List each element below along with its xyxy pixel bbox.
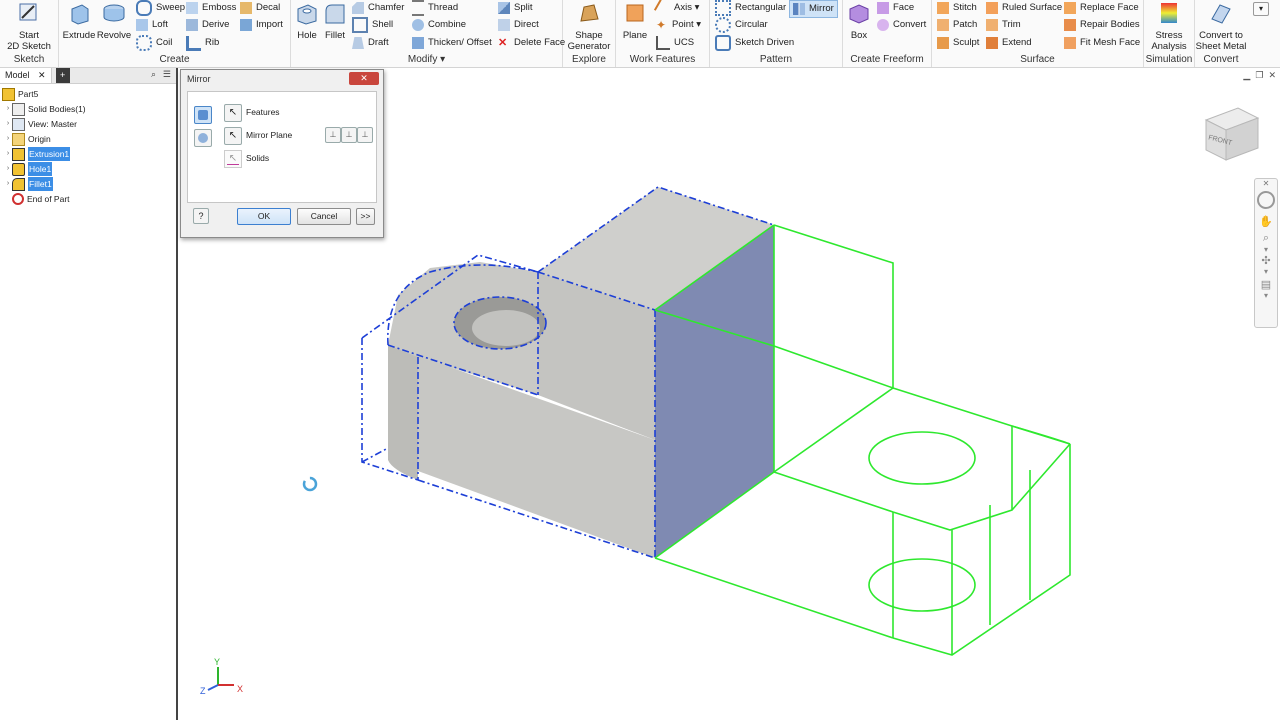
steering-wheel-icon[interactable] xyxy=(1257,191,1275,209)
cursor-arrow-icon: ↖ xyxy=(228,130,238,141)
plane-xz-icon: ⊥ xyxy=(361,130,369,139)
features-select-button[interactable]: ↖ xyxy=(224,104,242,122)
plane-xy-icon: ⊥ xyxy=(329,130,337,139)
dropdown-icon[interactable]: ▾ xyxy=(1255,291,1277,300)
dialog-body: ↖ Features ↖ Mirror Plane ⊥ ⊥ ⊥ ↖ Solids xyxy=(187,91,377,203)
mirror-body-icon xyxy=(198,133,208,143)
axis-triad: X Y Z xyxy=(200,657,243,696)
solids-select-button[interactable]: ↖ xyxy=(224,150,242,168)
plane-yz-icon: ⊥ xyxy=(345,130,353,139)
dropdown-icon[interactable]: ▾ xyxy=(1255,245,1277,254)
dialog-close-button[interactable]: ✕ xyxy=(349,72,379,85)
mirror-plane-label: Mirror Plane xyxy=(246,130,293,140)
solids-label: Solids xyxy=(246,153,270,163)
triad-y-label: Y xyxy=(214,657,220,667)
mirror-features-icon xyxy=(198,110,208,120)
cursor-arrow-icon: ↖ xyxy=(228,107,238,118)
close-icon: ✕ xyxy=(360,73,368,83)
zoom-icon[interactable]: ⌕ xyxy=(1255,232,1277,245)
plane-xy-button[interactable]: ⊥ xyxy=(325,127,341,143)
ok-button[interactable]: OK xyxy=(237,208,291,225)
help-button[interactable]: ? xyxy=(193,208,209,224)
view-cube[interactable]: FRONT xyxy=(1204,107,1260,161)
mirror-dialog: Mirror ✕ ↖ Features ↖ Mirror Plane ⊥ ⊥ ⊥… xyxy=(180,69,384,238)
solid-body xyxy=(388,187,774,558)
mirror-features-mode-button[interactable] xyxy=(194,106,212,124)
plane-yz-button[interactable]: ⊥ xyxy=(341,127,357,143)
help-icon: ? xyxy=(198,211,204,221)
orbit-icon[interactable]: ✣ xyxy=(1255,254,1277,267)
rounded-end xyxy=(388,345,418,480)
dialog-title-bar[interactable]: Mirror ✕ xyxy=(181,70,383,88)
look-at-icon[interactable]: ▤ xyxy=(1255,278,1277,291)
busy-cursor-icon xyxy=(302,476,318,492)
mirror-plane-select-button[interactable]: ↖ xyxy=(224,127,242,145)
mirror-body-mode-button[interactable] xyxy=(194,129,212,147)
more-options-button[interactable]: >> xyxy=(356,208,375,225)
navigation-bar: ✕ ✋ ⌕ ▾ ✣ ▾ ▤ ▾ xyxy=(1254,178,1278,328)
triad-z-label: Z xyxy=(200,686,206,696)
dropdown-icon[interactable]: ▾ xyxy=(1255,267,1277,276)
plane-xz-button[interactable]: ⊥ xyxy=(357,127,373,143)
pan-icon[interactable]: ✋ xyxy=(1255,215,1277,228)
navbar-close-icon[interactable]: ✕ xyxy=(1255,179,1277,188)
features-label: Features xyxy=(246,107,280,117)
triad-x-label: X xyxy=(237,684,243,694)
cancel-button[interactable]: Cancel xyxy=(297,208,351,225)
